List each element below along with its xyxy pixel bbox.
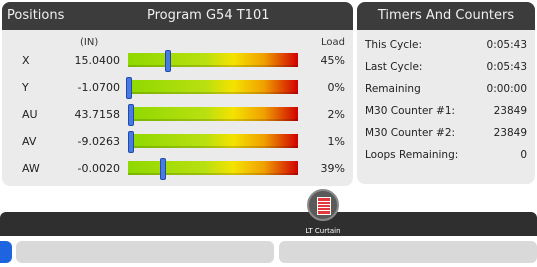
load-bar [128,50,298,72]
axis-label: AW [22,162,40,175]
load-bar [128,158,298,180]
message-area-left [16,241,274,263]
load-percent: 39% [320,162,345,175]
timer-row-remaining: Remaining 0:00:00 [357,80,535,100]
units-header: (IN) [80,37,99,48]
axis-label: X [22,54,30,67]
axis-label: AU [22,108,38,121]
axis-label: AV [22,135,37,148]
timer-row-m30-counter-2: M30 Counter #2: 23849 [357,124,535,144]
axis-row-av: AV -9.0263 1% [2,131,353,153]
timer-value: 0 [520,149,527,161]
axis-value: 15.0400 [74,54,121,67]
mode-indicator[interactable] [0,241,12,263]
light-curtain-icon [307,189,339,221]
load-header: Load [321,37,345,48]
bottom-strip [0,239,537,267]
timer-row-loops-remaining: Loops Remaining: 0 [357,146,535,166]
timer-value: 0:05:43 [486,39,527,51]
axis-row-x: X 15.0400 45% [2,50,353,72]
timer-row-last-cycle: Last Cycle: 0:05:43 [357,58,535,78]
load-marker [127,104,134,126]
axis-value: -9.0263 [77,135,120,148]
timers-title: Timers And Counters [357,2,535,30]
positions-header: Positions Program G54 T101 [2,2,353,30]
status-bar [0,212,537,236]
load-bar [126,77,298,99]
program-label: Program G54 T101 [147,8,270,23]
load-marker [160,158,166,180]
load-percent: 1% [327,135,345,148]
axis-value: -1.0700 [77,81,120,94]
load-percent: 45% [320,54,345,67]
message-area-right [279,241,537,263]
timer-value: 23849 [493,127,527,139]
timer-value: 0:05:43 [486,61,527,73]
axis-row-y: Y -1.0700 0% [2,77,353,99]
load-percent: 2% [327,108,345,121]
timer-value: 23849 [493,105,527,117]
timer-row-m30-counter-1: M30 Counter #1: 23849 [357,102,535,122]
light-curtain-label: LT Curtain [305,227,341,235]
axis-value: 43.7158 [74,108,121,121]
load-marker [127,131,134,153]
timer-value: 0:00:00 [486,83,527,95]
load-marker [126,77,132,99]
positions-title: Positions [7,8,65,23]
timer-row-this-cycle: This Cycle: 0:05:43 [357,36,535,56]
axis-label: Y [22,81,29,94]
timer-label: Last Cycle: [365,61,423,73]
load-marker [165,50,172,72]
load-percent: 0% [327,81,345,94]
timers-panel: Timers And Counters This Cycle: 0:05:43 … [357,2,535,184]
axis-row-au: AU 43.7158 2% [2,104,353,126]
timer-label: M30 Counter #1: [365,105,456,117]
timer-label: Remaining [365,83,421,95]
timer-label: This Cycle: [365,39,423,51]
load-bar [127,131,298,153]
timer-label: Loops Remaining: [365,149,459,161]
axis-row-aw: AW -0.0020 39% [2,158,353,180]
timer-label: M30 Counter #2: [365,127,456,139]
axis-value: -0.0020 [77,162,120,175]
load-bar [127,104,298,126]
positions-panel: Positions Program G54 T101 (IN) Load X 1… [2,2,353,186]
light-curtain-indicator[interactable]: LT Curtain [300,189,346,237]
